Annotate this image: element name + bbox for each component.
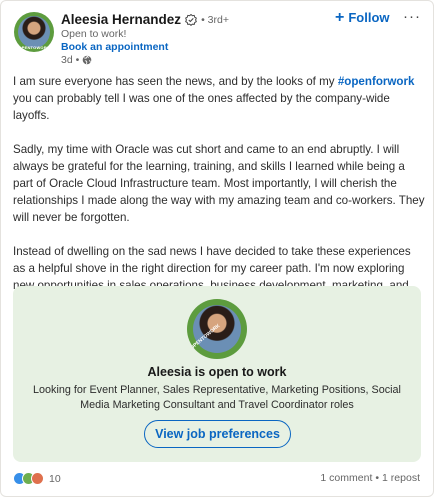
- comments-count-link[interactable]: 1 comment: [320, 472, 372, 484]
- post-card: #OPENTOWORK Aleesia Hernandez • 3rd+ Ope…: [0, 0, 434, 497]
- follow-label: Follow: [348, 10, 390, 25]
- reposts-count-link[interactable]: 1 repost: [382, 472, 420, 484]
- avatar[interactable]: #OPENTOWORK: [14, 12, 54, 52]
- stats-separator: •: [375, 472, 380, 484]
- open-to-work-badge: #OPENTOWORK: [16, 45, 50, 50]
- author-name-row: Aleesia Hernandez • 3rd+: [61, 12, 229, 27]
- open-to-work-description: Looking for Event Planner, Sales Represe…: [33, 384, 401, 411]
- more-options-icon[interactable]: ···: [403, 8, 421, 25]
- plus-icon: +: [335, 9, 345, 26]
- reaction-count: 10: [49, 472, 61, 485]
- verified-icon: [185, 13, 197, 26]
- open-to-work-title: Aleesia is open to work: [147, 365, 287, 379]
- engagement-stats: 1 comment • 1 repost: [320, 472, 420, 484]
- love-reaction-icon: [31, 472, 44, 485]
- post-paragraph-1: I am sure everyone has seen the news, an…: [13, 75, 415, 122]
- author-headline: Open to work!: [61, 28, 127, 40]
- reaction-icons: [13, 472, 45, 485]
- follow-button[interactable]: + Follow: [335, 9, 390, 26]
- post-time: 3d •: [61, 54, 92, 66]
- globe-icon: [82, 55, 92, 65]
- post-paragraph-2: Sadly, my time with Oracle was cut short…: [13, 143, 425, 224]
- open-to-work-card: #OPENTOWORK Aleesia is open to work Look…: [13, 286, 421, 462]
- open-to-work-avatar: #OPENTOWORK: [187, 299, 247, 359]
- connection-degree: • 3rd+: [201, 13, 229, 26]
- view-job-preferences-button[interactable]: View job preferences: [144, 420, 291, 448]
- book-appointment-link[interactable]: Book an appointment: [61, 41, 168, 53]
- reactions-summary[interactable]: 10: [13, 472, 61, 485]
- post-time-label: 3d •: [61, 54, 80, 66]
- avatar-photo: [18, 16, 50, 48]
- hashtag-link[interactable]: #openforwork: [338, 75, 415, 88]
- author-name[interactable]: Aleesia Hernandez: [61, 12, 181, 27]
